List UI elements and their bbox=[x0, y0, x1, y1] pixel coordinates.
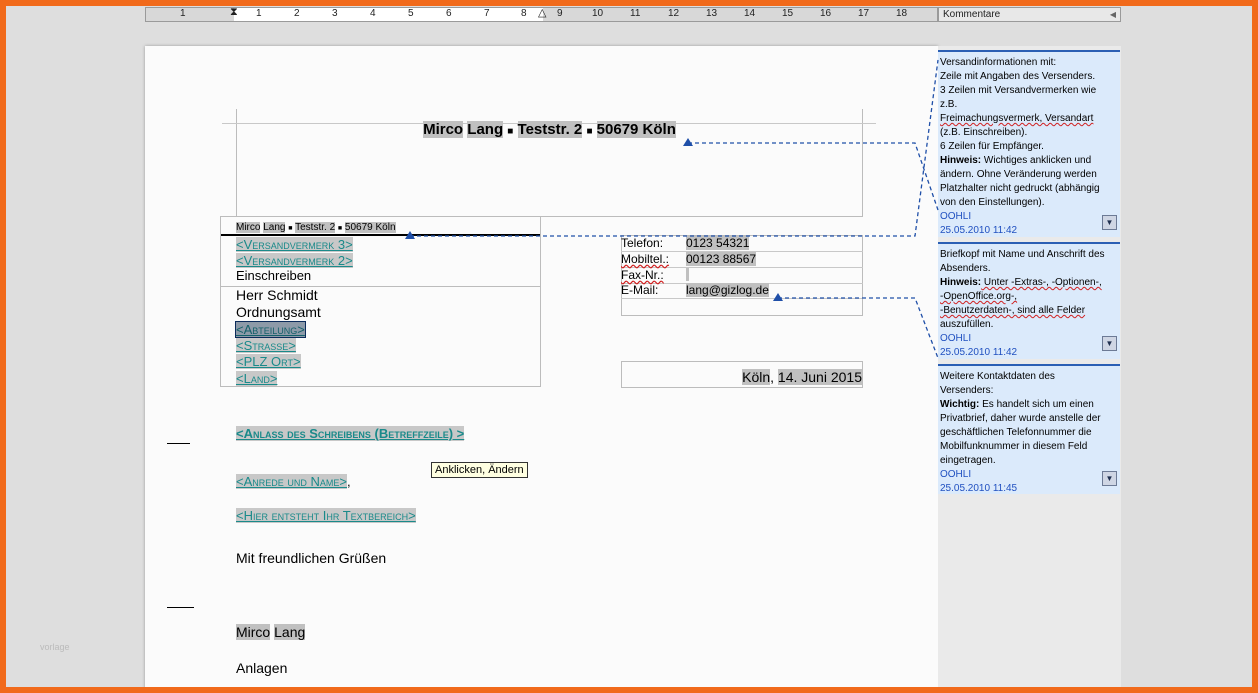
connector-line-1 bbox=[688, 142, 939, 211]
comment-anchor-icon bbox=[773, 293, 783, 301]
comment-connectors bbox=[405, 59, 939, 359]
comment-anchor-icon bbox=[683, 138, 693, 146]
connector-line-3 bbox=[778, 297, 939, 359]
comment-anchor-icon bbox=[405, 231, 415, 239]
connector-line-2 bbox=[410, 59, 939, 237]
